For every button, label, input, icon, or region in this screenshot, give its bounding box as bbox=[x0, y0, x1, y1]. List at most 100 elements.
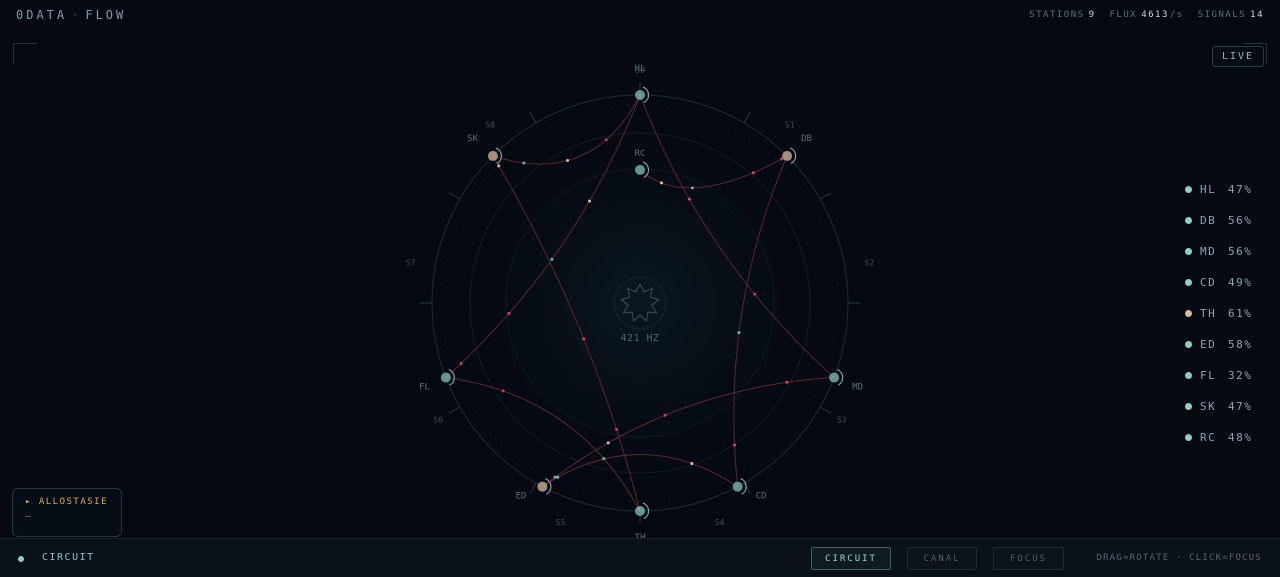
signal-particle bbox=[550, 257, 554, 261]
legend-item-cd[interactable]: CD 49% bbox=[1185, 267, 1252, 298]
status-label: CIRCUIT bbox=[42, 552, 95, 563]
signal-particle bbox=[606, 441, 610, 445]
legend-item-fl[interactable]: FL 32% bbox=[1185, 360, 1252, 391]
signal-particle bbox=[687, 197, 691, 201]
station-node bbox=[487, 150, 498, 161]
station-sk[interactable]: SK bbox=[467, 134, 503, 164]
sector-label: S2 bbox=[865, 259, 875, 268]
sector-tick bbox=[448, 192, 461, 200]
station-label: CD bbox=[756, 492, 767, 502]
sector-label: S3 bbox=[837, 415, 847, 424]
live-button[interactable]: LIVE bbox=[1212, 46, 1264, 67]
station-cd[interactable]: CD bbox=[732, 478, 767, 502]
center-frequency: 421 HZ bbox=[620, 333, 659, 344]
legend-value: 56% bbox=[1228, 245, 1253, 258]
signal-particle bbox=[785, 380, 789, 384]
mode-button-focus[interactable]: FOCUS bbox=[993, 547, 1064, 570]
panel-title: ▸ ALLOSTASIE bbox=[25, 497, 109, 507]
legend-dot-icon bbox=[1185, 403, 1192, 410]
sector-label: S5 bbox=[556, 518, 566, 527]
station-node bbox=[537, 481, 548, 492]
signal-particle bbox=[690, 186, 694, 190]
signal-particle bbox=[604, 138, 608, 142]
station-md[interactable]: MD bbox=[829, 368, 863, 393]
legend-code: DB bbox=[1200, 214, 1217, 227]
legend-dot-icon bbox=[1185, 341, 1192, 348]
signal-particle bbox=[553, 475, 557, 479]
legend-value: 61% bbox=[1228, 307, 1253, 320]
legend-code: CD bbox=[1200, 276, 1217, 289]
station-fl[interactable]: FL bbox=[419, 368, 455, 393]
station-node bbox=[635, 164, 645, 175]
signal-particle bbox=[587, 199, 591, 203]
station-label: SK bbox=[467, 134, 478, 144]
legend-value: 48% bbox=[1228, 431, 1253, 444]
station-label: DB bbox=[801, 134, 812, 144]
legend-item-rc[interactable]: RC 48% bbox=[1185, 422, 1252, 453]
sector-tick bbox=[529, 482, 537, 495]
signal-particle bbox=[690, 462, 694, 466]
legend-item-sk[interactable]: SK 47% bbox=[1185, 391, 1252, 422]
sector-label: S6 bbox=[433, 415, 443, 424]
bottom-bar: CIRCUIT CIRCUIT CANAL FOCUS DRAG=ROTATE … bbox=[0, 538, 1280, 577]
station-legend: HL 47% DB 56% MD 56% CD 49% TH 61% ED 58% FL 32% SK 47%… bbox=[1185, 174, 1252, 453]
signal-particle bbox=[615, 427, 619, 431]
legend-code: TH bbox=[1200, 307, 1217, 320]
panel-value: — bbox=[25, 511, 32, 522]
legend-item-ed[interactable]: ED 58% bbox=[1185, 329, 1252, 360]
sector-label: S4 bbox=[715, 518, 725, 527]
station-label: ED bbox=[516, 492, 527, 502]
flow-visualization[interactable]: S0S1S2S3S4S5S6S7S8 HLDBMDCDTHEDFLSKRC 42… bbox=[0, 0, 1280, 538]
station-db[interactable]: DB bbox=[782, 134, 812, 164]
station-th[interactable]: TH bbox=[635, 502, 650, 538]
legend-code: HL bbox=[1200, 183, 1217, 196]
sector-tick bbox=[819, 406, 832, 414]
mode-button-canal[interactable]: CANAL bbox=[907, 547, 977, 570]
sector-tick bbox=[819, 192, 832, 200]
legend-dot-icon bbox=[1185, 248, 1192, 255]
legend-dot-icon bbox=[1185, 186, 1192, 193]
legend-code: SK bbox=[1200, 400, 1217, 413]
sector-tick bbox=[448, 406, 461, 414]
station-node bbox=[732, 481, 743, 492]
legend-code: ED bbox=[1200, 338, 1217, 351]
legend-dot-icon bbox=[1185, 217, 1192, 224]
station-hl[interactable]: HL bbox=[635, 64, 650, 104]
signal-particle bbox=[659, 181, 663, 185]
station-label: HL bbox=[635, 64, 646, 74]
legend-value: 49% bbox=[1228, 276, 1253, 289]
legend-code: RC bbox=[1200, 431, 1217, 444]
legend-value: 58% bbox=[1228, 338, 1253, 351]
signal-particle bbox=[663, 413, 667, 417]
legend-code: MD bbox=[1200, 245, 1217, 258]
legend-item-th[interactable]: TH 61% bbox=[1185, 298, 1252, 329]
legend-dot-icon bbox=[1185, 434, 1192, 441]
legend-value: 56% bbox=[1228, 214, 1253, 227]
station-node bbox=[635, 506, 645, 516]
sector-tick bbox=[529, 111, 537, 124]
legend-code: FL bbox=[1200, 369, 1217, 382]
status-dot-icon bbox=[18, 556, 24, 562]
signal-particle bbox=[497, 164, 501, 168]
signal-particle bbox=[733, 443, 737, 447]
legend-item-md[interactable]: MD 56% bbox=[1185, 236, 1252, 267]
station-node bbox=[440, 372, 451, 383]
signal-particle bbox=[507, 312, 511, 316]
legend-item-hl[interactable]: HL 47% bbox=[1185, 174, 1252, 205]
station-label: MD bbox=[852, 383, 863, 393]
station-node bbox=[829, 372, 840, 383]
legend-dot-icon bbox=[1185, 372, 1192, 379]
station-ed[interactable]: ED bbox=[516, 478, 552, 502]
sector-label: S1 bbox=[785, 121, 795, 130]
interaction-hint: DRAG=ROTATE · CLICK=FOCUS bbox=[1096, 553, 1262, 563]
signal-particle bbox=[737, 331, 741, 335]
mode-button-circuit[interactable]: CIRCUIT bbox=[811, 547, 891, 570]
legend-dot-icon bbox=[1185, 279, 1192, 286]
signal-particle bbox=[459, 361, 463, 365]
signal-particle bbox=[501, 389, 505, 393]
allostasie-panel: ▸ ALLOSTASIE — bbox=[12, 488, 122, 537]
sector-tick bbox=[743, 111, 751, 124]
legend-item-db[interactable]: DB 56% bbox=[1185, 205, 1252, 236]
legend-value: 47% bbox=[1228, 400, 1253, 413]
signal-particle bbox=[753, 292, 757, 296]
